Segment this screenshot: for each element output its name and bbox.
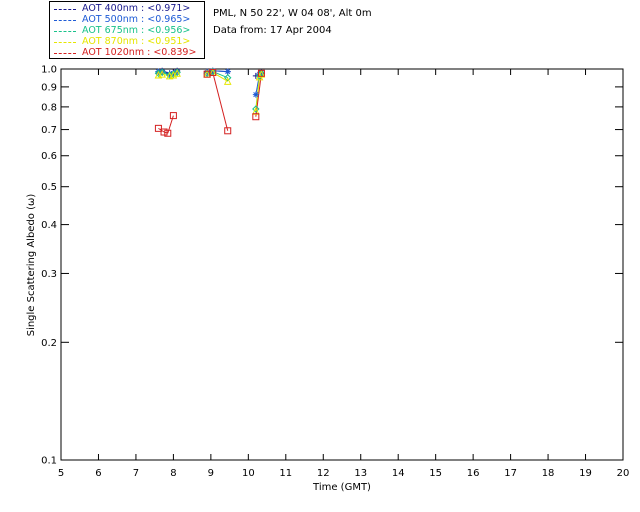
axis-ticks: 5 6 7 8 9 10 11 12 13 14 15 16 17 18 19 20 0.1 0.2 0.3 0.4 0… bbox=[41, 65, 629, 480]
data-point bbox=[224, 68, 231, 75]
x-tick-label: 12 bbox=[317, 468, 330, 479]
y-tick-label: 0.6 bbox=[41, 151, 57, 162]
x-tick-label: 13 bbox=[354, 468, 367, 479]
legend-item-1020nm: AOT 1020nm : <0.839> bbox=[52, 47, 204, 59]
x-tick-label: 11 bbox=[279, 468, 292, 479]
y-tick-label: 0.3 bbox=[41, 269, 57, 280]
legend-swatch-400nm bbox=[54, 9, 76, 10]
series-line-segment bbox=[212, 72, 229, 131]
y-tick-label: 0.5 bbox=[41, 182, 57, 193]
legend-label-1020nm: AOT 1020nm : <0.839> bbox=[82, 47, 197, 58]
x-tick-label: 18 bbox=[542, 468, 555, 479]
legend-swatch-675nm bbox=[54, 31, 76, 32]
x-tick-label: 7 bbox=[133, 468, 139, 479]
plot-area bbox=[60, 68, 624, 461]
legend: AOT 400nm : <0.971> AOT 500nm : <0.965> … bbox=[49, 1, 205, 59]
legend-swatch-500nm bbox=[54, 20, 76, 21]
legend-swatch-870nm bbox=[54, 42, 76, 43]
x-tick-label: 8 bbox=[170, 468, 176, 479]
date-text: Data from: 17 Apr 2004 bbox=[213, 25, 332, 36]
y-tick-label: 0.8 bbox=[41, 102, 57, 113]
x-tick-label: 10 bbox=[242, 468, 255, 479]
y-tick-label: 0.7 bbox=[41, 125, 57, 136]
x-tick-label: 19 bbox=[579, 468, 592, 479]
legend-label-870nm: AOT 870nm : <0.951> bbox=[82, 36, 191, 47]
x-tick-label: 20 bbox=[617, 468, 630, 479]
data-point bbox=[252, 91, 259, 98]
legend-label-675nm: AOT 675nm : <0.956> bbox=[82, 25, 191, 36]
y-tick-label: 0.1 bbox=[41, 456, 57, 467]
y-axis-label: Single Scattering Albedo (ω) bbox=[26, 194, 37, 337]
series-lines bbox=[158, 70, 262, 134]
y-tick-label: 0.2 bbox=[41, 338, 57, 349]
x-tick-label: 15 bbox=[429, 468, 442, 479]
x-tick-label: 9 bbox=[208, 468, 214, 479]
series-markers bbox=[154, 67, 266, 137]
x-tick-label: 17 bbox=[504, 468, 517, 479]
x-tick-label: 14 bbox=[392, 468, 405, 479]
legend-label-500nm: AOT 500nm : <0.965> bbox=[82, 14, 191, 25]
location-text: PML, N 50 22', W 04 08', Alt 0m bbox=[213, 8, 372, 19]
x-tick-label: 6 bbox=[95, 468, 101, 479]
x-axis-label: Time (GMT) bbox=[312, 482, 371, 493]
albedo-chart: 5 6 7 8 9 10 11 12 13 14 15 16 17 18 19 20 0.1 0.2 0.3 0.4 0… bbox=[26, 65, 629, 494]
x-tick-label: 5 bbox=[58, 468, 64, 479]
y-tick-label: 0.4 bbox=[41, 220, 57, 231]
legend-label-400nm: AOT 400nm : <0.971> bbox=[82, 3, 191, 14]
legend-swatch-1020nm bbox=[54, 53, 76, 54]
y-tick-label: 1.0 bbox=[41, 65, 57, 76]
x-tick-label: 16 bbox=[467, 468, 480, 479]
y-tick-label: 0.9 bbox=[41, 82, 57, 93]
